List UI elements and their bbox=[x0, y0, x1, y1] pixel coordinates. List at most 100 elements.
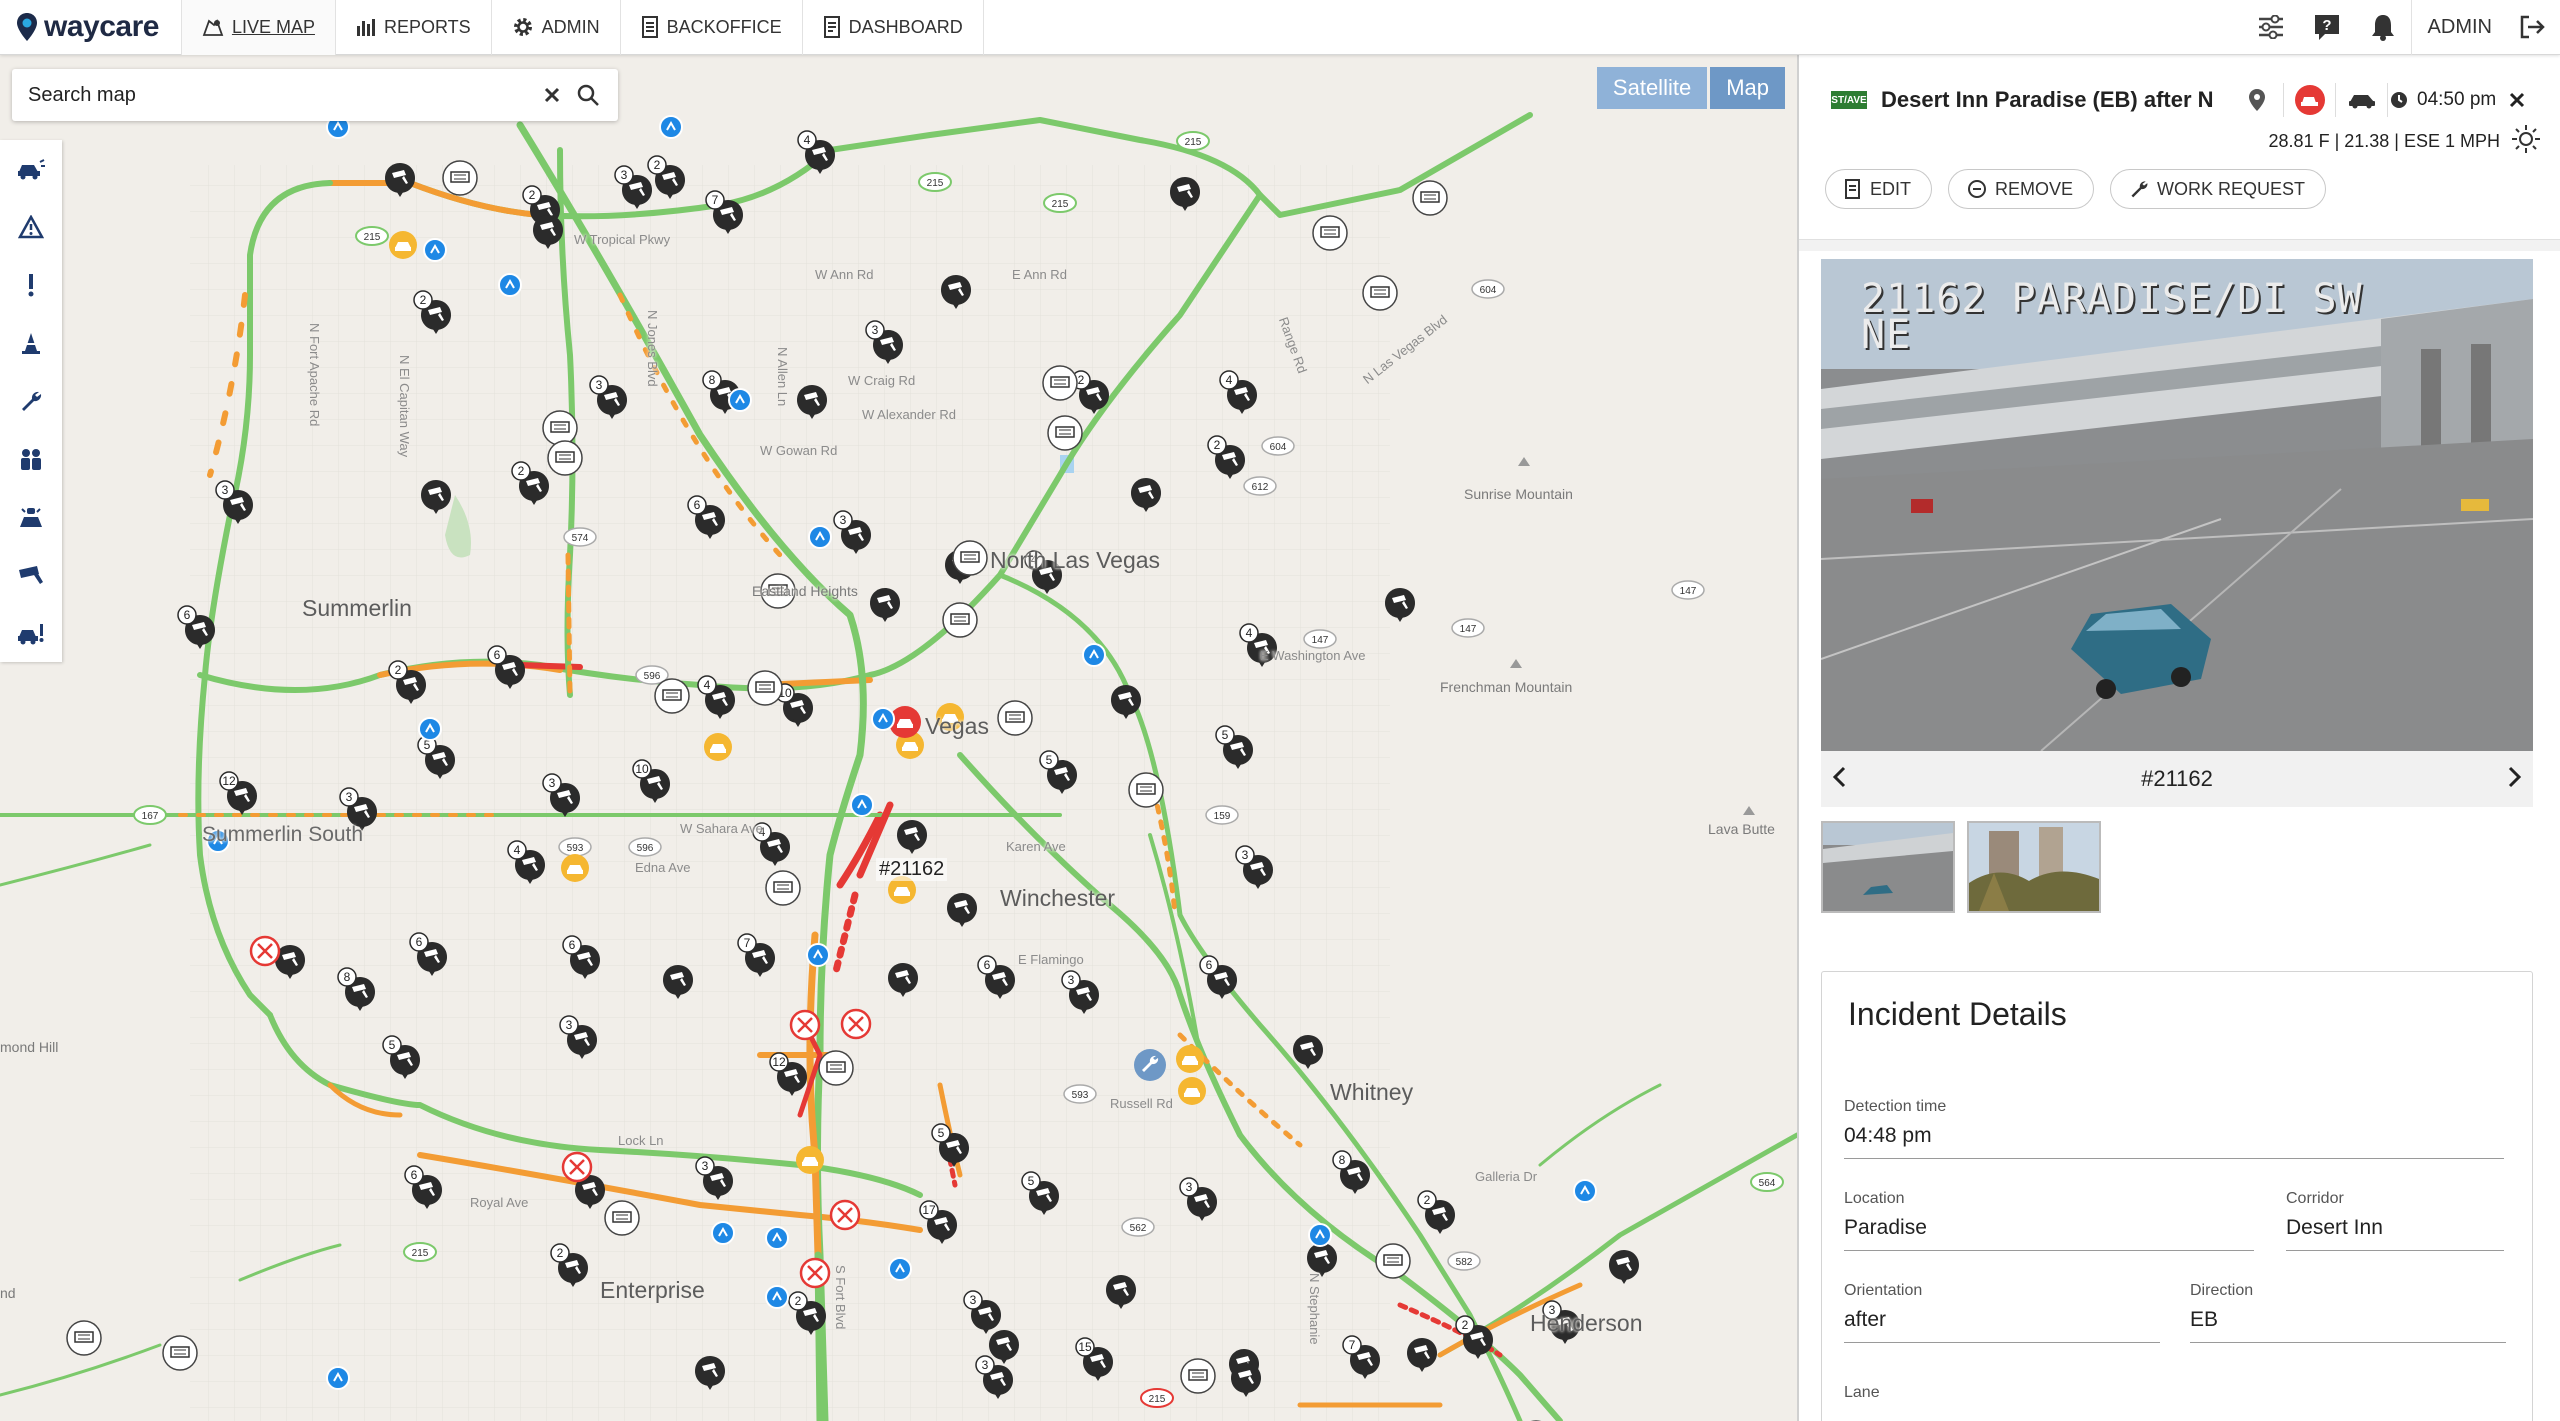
message-sign-pin[interactable] bbox=[1042, 365, 1078, 401]
message-sign-pin[interactable] bbox=[1047, 415, 1083, 451]
congestion-marker[interactable] bbox=[561, 854, 589, 882]
nav-admin[interactable]: ADMIN bbox=[492, 0, 621, 55]
main-nav: LIVE MAP REPORTS ADMIN BACKOFFICE DASHBO… bbox=[181, 0, 984, 55]
message-sign-pin[interactable] bbox=[997, 700, 1033, 736]
search-icon[interactable] bbox=[570, 77, 606, 113]
camera-thumbnail[interactable] bbox=[1821, 821, 1955, 913]
message-sign-pin[interactable] bbox=[1180, 1358, 1216, 1394]
direction-marker[interactable] bbox=[1308, 1223, 1332, 1247]
police-layer-icon[interactable] bbox=[0, 488, 62, 546]
road-closure-marker[interactable] bbox=[829, 1199, 861, 1231]
message-sign-pin[interactable] bbox=[1412, 180, 1448, 216]
congestion-marker[interactable] bbox=[389, 231, 417, 259]
direction-marker[interactable] bbox=[765, 1226, 789, 1250]
next-camera-chevron-right-icon[interactable] bbox=[2507, 762, 2523, 796]
alert-layer-icon[interactable] bbox=[0, 256, 62, 314]
camera-layer-icon[interactable] bbox=[0, 546, 62, 604]
message-sign-pin[interactable] bbox=[542, 410, 578, 446]
direction-marker[interactable] bbox=[418, 717, 442, 741]
message-sign-pin[interactable] bbox=[162, 1335, 198, 1371]
svg-text:596: 596 bbox=[644, 671, 661, 682]
close-icon[interactable] bbox=[2508, 85, 2526, 116]
message-sign-pin[interactable] bbox=[1312, 215, 1348, 251]
edit-button[interactable]: EDIT bbox=[1825, 169, 1933, 209]
remove-button[interactable]: REMOVE bbox=[1948, 169, 2095, 209]
camera-feed-image[interactable]: 21162 PARADISE/DI SW NE bbox=[1821, 259, 2533, 751]
message-sign-pin[interactable] bbox=[942, 602, 978, 638]
previous-camera-chevron-left-icon[interactable] bbox=[1831, 762, 1847, 796]
svg-text:147: 147 bbox=[1460, 624, 1477, 635]
user-menu[interactable]: ADMIN bbox=[2410, 0, 2504, 55]
road-closure-marker[interactable] bbox=[789, 1009, 821, 1041]
satellite-button[interactable]: Satellite bbox=[1596, 67, 1708, 109]
hazard-layer-icon[interactable] bbox=[0, 198, 62, 256]
map-button[interactable]: Map bbox=[1710, 67, 1785, 109]
message-sign-pin[interactable] bbox=[604, 1200, 640, 1236]
message-sign-pin[interactable] bbox=[547, 440, 583, 476]
nav-reports[interactable]: REPORTS bbox=[336, 0, 492, 55]
work-request-button[interactable]: WORK REQUEST bbox=[2110, 169, 2327, 209]
filters-icon[interactable] bbox=[2243, 0, 2299, 55]
message-sign-pin[interactable] bbox=[747, 670, 783, 706]
map-canvas[interactable]: 167 215 215 215 604 604 612 147 147 147 … bbox=[0, 55, 1797, 1421]
people-layer-icon[interactable] bbox=[0, 430, 62, 488]
direction-marker[interactable] bbox=[765, 1285, 789, 1309]
message-sign-pin[interactable] bbox=[1375, 1243, 1411, 1279]
direction-marker[interactable] bbox=[1082, 643, 1106, 667]
crash-layer-icon[interactable] bbox=[0, 140, 62, 198]
direction-marker[interactable] bbox=[1573, 1179, 1597, 1203]
waycare-logo[interactable]: waycare bbox=[0, 0, 182, 55]
wrench-layer-icon[interactable] bbox=[0, 372, 62, 430]
message-sign-pin[interactable] bbox=[818, 1050, 854, 1086]
live-map[interactable]: 167 215 215 215 604 604 612 147 147 147 … bbox=[0, 55, 1797, 1421]
congestion-marker[interactable] bbox=[796, 1146, 824, 1174]
svg-text:3: 3 bbox=[1068, 973, 1075, 987]
direction-marker[interactable] bbox=[659, 115, 683, 139]
congestion-marker[interactable] bbox=[704, 733, 732, 761]
camera-thumbnail[interactable] bbox=[1967, 821, 2101, 913]
nav-dashboard[interactable]: DASHBOARD bbox=[803, 0, 984, 55]
road-closure-marker[interactable] bbox=[799, 1257, 831, 1289]
message-sign-pin[interactable] bbox=[654, 678, 690, 714]
congestion-marker[interactable] bbox=[1178, 1077, 1206, 1105]
clear-search-icon[interactable] bbox=[534, 77, 570, 113]
direction-marker[interactable] bbox=[326, 1366, 350, 1390]
direction-marker[interactable] bbox=[806, 943, 830, 967]
road-closure-marker[interactable] bbox=[840, 1008, 872, 1040]
svg-text:6: 6 bbox=[494, 648, 501, 662]
logout-icon[interactable] bbox=[2504, 0, 2560, 55]
direction-marker[interactable] bbox=[871, 707, 895, 731]
notifications-bell-icon[interactable] bbox=[2355, 0, 2411, 55]
direction-marker[interactable] bbox=[423, 238, 447, 262]
svg-text:2: 2 bbox=[395, 663, 402, 677]
nav-live-map[interactable]: LIVE MAP bbox=[181, 0, 336, 55]
help-icon[interactable]: ? bbox=[2299, 0, 2355, 55]
direction-marker[interactable] bbox=[808, 525, 832, 549]
svg-text:2: 2 bbox=[557, 1246, 564, 1260]
message-sign-pin[interactable] bbox=[765, 870, 801, 906]
direction-marker[interactable] bbox=[850, 793, 874, 817]
direction-marker[interactable] bbox=[888, 1257, 912, 1281]
selected-incident-tag[interactable]: #21162 bbox=[876, 858, 948, 881]
direction-marker[interactable] bbox=[498, 273, 522, 297]
message-sign-pin[interactable] bbox=[442, 160, 478, 196]
congestion-marker[interactable] bbox=[1176, 1045, 1204, 1073]
road-closure-marker[interactable] bbox=[561, 1151, 593, 1183]
nav-backoffice[interactable]: BACKOFFICE bbox=[621, 0, 803, 55]
direction-field: Direction EB bbox=[2190, 1282, 2506, 1343]
location-pin-icon[interactable] bbox=[2231, 83, 2283, 117]
message-sign-pin[interactable] bbox=[952, 540, 988, 576]
search-input[interactable] bbox=[28, 83, 534, 107]
road-closure-marker[interactable] bbox=[249, 935, 281, 967]
direction-marker[interactable] bbox=[711, 1221, 735, 1245]
direction-marker[interactable] bbox=[728, 388, 752, 412]
svg-text:3: 3 bbox=[346, 790, 353, 804]
work-zone-marker[interactable] bbox=[1134, 1049, 1166, 1081]
street-label: Lock Ln bbox=[618, 1133, 664, 1148]
message-sign-pin[interactable] bbox=[1128, 772, 1164, 808]
message-sign-pin[interactable] bbox=[1362, 275, 1398, 311]
cone-layer-icon[interactable] bbox=[0, 314, 62, 372]
field-value: EB bbox=[2190, 1308, 2506, 1343]
vehicle-alert-layer-icon[interactable] bbox=[0, 604, 62, 662]
message-sign-pin[interactable] bbox=[66, 1320, 102, 1356]
